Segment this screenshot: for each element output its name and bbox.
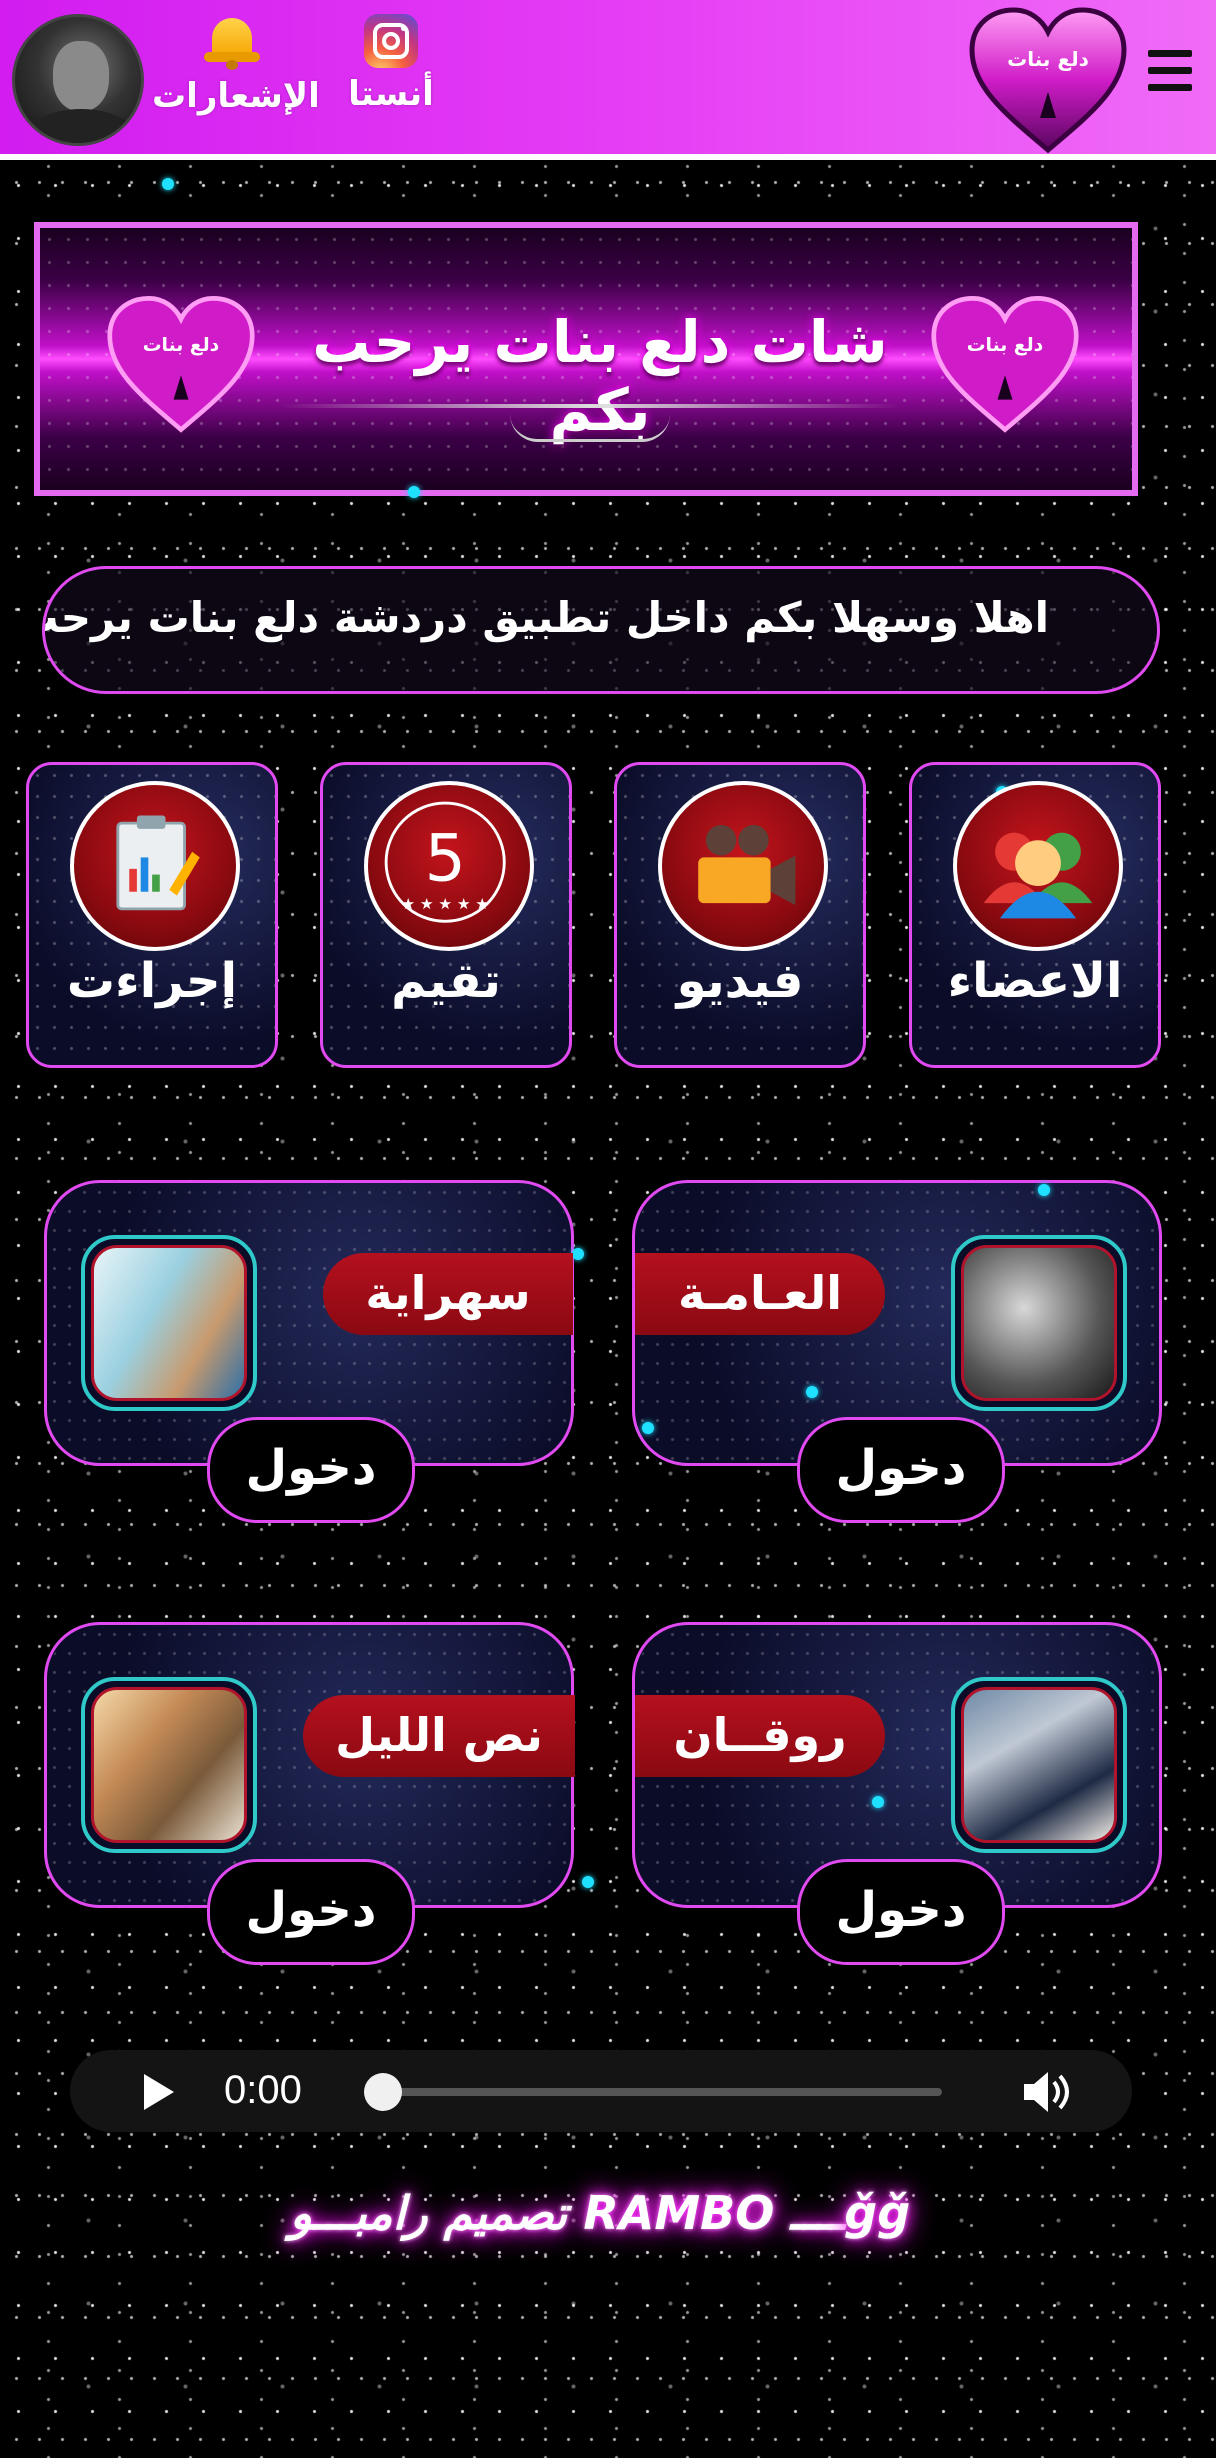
users-icon xyxy=(953,781,1123,951)
room-name: العـامـة xyxy=(635,1253,885,1335)
room-card-sahraya[interactable]: سهراية دخول xyxy=(44,1180,574,1523)
svg-text:★ ★ ★ ★ ★: ★ ★ ★ ★ ★ xyxy=(401,895,489,913)
banner-heart-text: دلع بنات xyxy=(967,335,1044,356)
seek-thumb[interactable] xyxy=(364,2073,402,2111)
sparkle xyxy=(572,1248,584,1260)
avatar-shoulder xyxy=(25,109,137,143)
room-photo xyxy=(951,1235,1127,1411)
instagram-label: أنستا xyxy=(348,74,434,114)
heart-logo-icon: دلع بنات xyxy=(931,296,1079,433)
tile-label: تقيم xyxy=(391,953,501,1009)
sparkle xyxy=(582,1876,594,1888)
seek-bar[interactable] xyxy=(382,2088,942,2096)
report-icon xyxy=(70,781,240,951)
hamburger-line xyxy=(1148,50,1192,57)
heart-logo-icon: دلع بنات xyxy=(107,296,255,433)
play-icon[interactable] xyxy=(144,2074,174,2110)
top-bar: الإشعارات أنستا دلع بنات xyxy=(0,0,1216,160)
enter-button[interactable]: دخول xyxy=(797,1859,1005,1965)
sparkle xyxy=(872,1796,884,1808)
tile-actions[interactable]: إجراءت xyxy=(26,762,278,1068)
sparkle xyxy=(806,1386,818,1398)
welcome-marquee: اهلا وسهلا بكم داخل تطبيق دردشة دلع بنات… xyxy=(42,566,1160,694)
logo-text: دلع بنات xyxy=(1007,47,1089,71)
sparkle xyxy=(1038,1184,1050,1196)
enter-button[interactable]: دخول xyxy=(207,1859,415,1965)
room-card-rawqan[interactable]: روقــان دخول xyxy=(632,1622,1162,1965)
banner-divider xyxy=(280,404,900,408)
tile-members[interactable]: الاعضاء xyxy=(909,762,1161,1068)
room-card-midnight[interactable]: نص الليل دخول xyxy=(44,1622,575,1965)
enter-button[interactable]: دخول xyxy=(797,1417,1005,1523)
sparkle xyxy=(162,178,174,190)
audio-player: 0:00 xyxy=(70,2050,1132,2132)
designer-signature: تصميم رامبـــو RAMBO ــــǧǧ xyxy=(289,2186,911,2240)
instagram-icon xyxy=(364,14,418,68)
rating-5-icon: 5 ★ ★ ★ ★ ★ xyxy=(364,781,534,951)
menu-button[interactable] xyxy=(1148,50,1192,106)
sparkle xyxy=(408,486,420,498)
rating-number: 5 xyxy=(425,821,466,896)
current-time: 0:00 xyxy=(224,2068,302,2112)
video-camera-icon xyxy=(658,781,828,951)
tile-label: فيديو xyxy=(676,953,804,1009)
room-card-general[interactable]: العـامـة دخول xyxy=(632,1180,1162,1523)
room-photo xyxy=(81,1235,257,1411)
banner-ornament xyxy=(510,414,670,442)
welcome-banner: دلع بنات شات دلع بنات يرحب بكم دلع بنات xyxy=(34,222,1138,496)
room-name: روقــان xyxy=(635,1695,885,1777)
sparkle xyxy=(642,1422,654,1434)
notifications-button[interactable]: الإشعارات xyxy=(152,14,320,124)
room-name: نص الليل xyxy=(303,1695,575,1777)
volume-icon[interactable] xyxy=(1020,2068,1076,2116)
enter-button[interactable]: دخول xyxy=(207,1417,415,1523)
instagram-button[interactable]: أنستا xyxy=(336,14,446,124)
tile-rating[interactable]: 5 ★ ★ ★ ★ ★ تقيم xyxy=(320,762,572,1068)
tile-label: إجراءت xyxy=(66,953,238,1009)
bell-icon xyxy=(202,14,262,70)
room-name: سهراية xyxy=(323,1253,573,1335)
logo-heart-icon: دلع بنات xyxy=(969,7,1127,154)
hamburger-line xyxy=(1148,67,1192,74)
banner-heart-text: دلع بنات xyxy=(143,335,220,356)
hamburger-line xyxy=(1148,84,1192,91)
avatar[interactable] xyxy=(12,14,144,146)
tile-video[interactable]: فيديو xyxy=(614,762,866,1068)
room-photo xyxy=(81,1677,257,1853)
tile-label: الاعضاء xyxy=(947,953,1123,1009)
avatar-face xyxy=(53,41,109,111)
room-photo xyxy=(951,1677,1127,1853)
marquee-text: اهلا وسهلا بكم داخل تطبيق دردشة دلع بنات… xyxy=(42,593,1049,642)
notifications-label: الإشعارات xyxy=(152,76,320,116)
